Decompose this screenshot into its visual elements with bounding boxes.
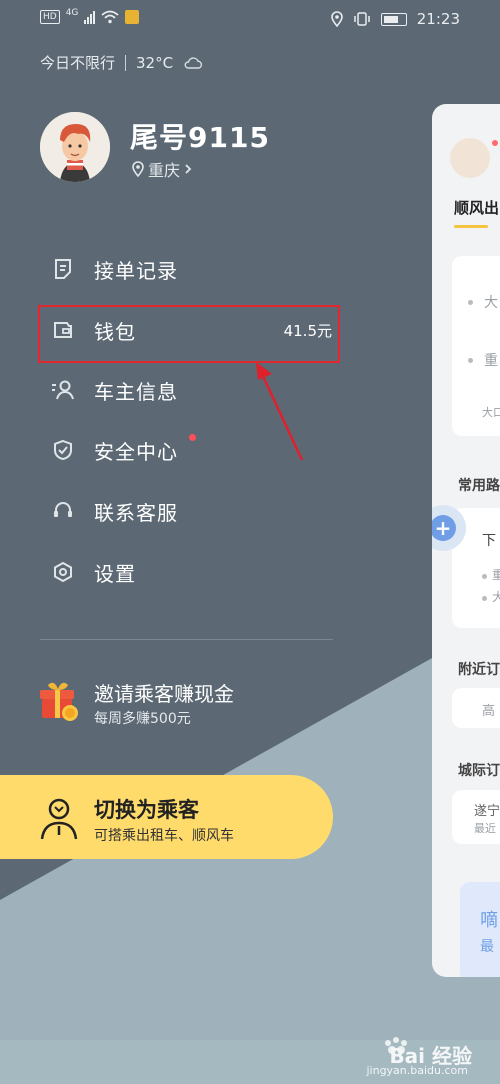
wifi-icon	[101, 10, 119, 24]
card-section-common: 常用路	[458, 478, 500, 494]
menu-item-customer-service[interactable]: 联系客服	[50, 491, 340, 531]
chevron-right-icon	[185, 164, 192, 174]
common-route-next: 下	[482, 533, 496, 549]
hd-indicator: HD	[40, 10, 60, 24]
location-pin-icon	[132, 161, 144, 177]
weather-line: 今日不限行 32°C	[40, 52, 203, 73]
headset-icon	[50, 498, 76, 524]
network-gen-indicator: 4G	[65, 8, 79, 18]
menu-label-safety-center: 安全中心	[94, 439, 178, 464]
avatar[interactable]	[40, 112, 110, 182]
passenger-switch-icon	[38, 795, 80, 841]
menu-label-order-records: 接单记录	[94, 258, 178, 283]
wallet-highlight-box	[38, 305, 340, 363]
menu-divider	[40, 639, 333, 640]
gift-icon	[36, 677, 82, 723]
background-home-card[interactable]: 顺风出 大 重 大口 常用路 下 重 大 + 附近订 高 城际订 遂宁 最近 嘀…	[432, 104, 500, 977]
menu-label-customer-service: 联系客服	[94, 500, 178, 525]
invite-title[interactable]: 邀请乘客赚现金	[94, 678, 234, 707]
location-status-icon	[330, 11, 343, 27]
card-nearby-box: 高	[452, 688, 500, 728]
temperature: 32°C	[136, 53, 174, 72]
watermark-url: jingyan.baidu.com	[366, 1064, 468, 1077]
route-start-text: 大	[484, 295, 498, 311]
promo-title: 嘀	[480, 910, 498, 931]
menu-label-settings: 设置	[94, 561, 136, 586]
status-bar: HD 4G 21:23	[0, 0, 500, 38]
safety-center-badge	[189, 434, 196, 441]
app-notification-icon	[125, 10, 140, 24]
card-tab-indicator	[454, 225, 488, 228]
nearby-item: 高	[482, 704, 496, 719]
switch-title: 切换为乘客	[94, 798, 199, 822]
card-section-nearby: 附近订	[458, 662, 500, 678]
invite-subtitle: 每周多赚500元	[94, 711, 191, 727]
menu-item-settings[interactable]: 设置	[50, 552, 340, 592]
shield-icon	[50, 437, 76, 463]
menu-label-driver-info: 车主信息	[94, 379, 178, 404]
menu-item-order-records[interactable]: 接单记录	[50, 249, 340, 289]
promo-sub: 最	[480, 939, 494, 955]
switch-subtitle: 可搭乘出租车、顺风车	[94, 828, 234, 844]
route-tag: 大口	[482, 406, 500, 419]
card-notification-dot	[492, 140, 498, 146]
common-route-a: 重	[492, 568, 500, 582]
profile-name[interactable]: 尾号9115	[130, 116, 270, 156]
profile-location[interactable]: 重庆	[132, 157, 192, 181]
route-start-dot	[468, 300, 473, 305]
card-route-box: 大 重 大口	[452, 256, 500, 436]
traffic-restriction: 今日不限行	[40, 54, 116, 72]
battery-icon	[380, 12, 407, 26]
location-city: 重庆	[148, 161, 181, 180]
weather-divider	[125, 54, 127, 71]
driver-info-icon	[50, 377, 76, 403]
switch-to-passenger-button[interactable]: 切换为乘客 可搭乘出租车、顺风车	[0, 775, 333, 859]
card-section-intercity: 城际订	[458, 763, 500, 779]
common-route-dot-a	[482, 574, 487, 579]
order-record-icon	[50, 256, 76, 282]
card-promo-banner[interactable]: 嘀 最	[460, 882, 500, 977]
card-intercity-box: 遂宁 最近	[452, 790, 500, 844]
common-route-b: 大	[492, 590, 500, 604]
route-end-text: 重	[484, 353, 498, 369]
signal-icon	[84, 10, 96, 24]
status-time: 21:23	[416, 10, 460, 28]
annotation-arrow	[256, 362, 304, 461]
intercity-sub: 最近	[474, 822, 496, 835]
cloud-icon	[184, 56, 203, 69]
vibrate-icon	[354, 12, 370, 26]
card-avatar	[450, 138, 490, 178]
settings-icon	[50, 559, 76, 585]
intercity-item: 遂宁	[474, 804, 500, 819]
route-end-dot	[468, 358, 473, 363]
common-route-dot-b	[482, 596, 487, 601]
card-tab-label: 顺风出	[454, 199, 500, 217]
